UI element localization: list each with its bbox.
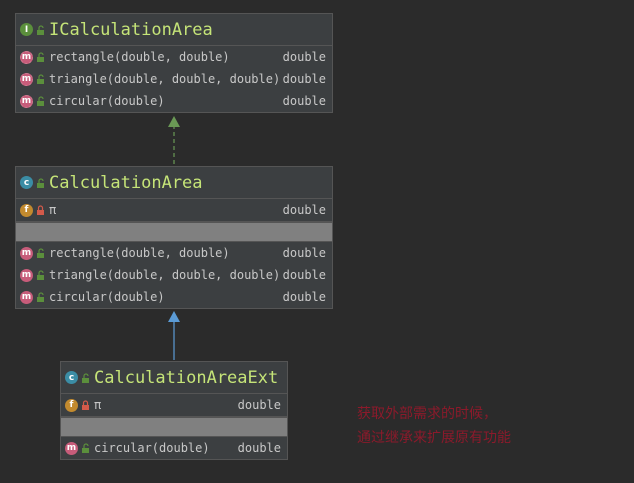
section-separator <box>16 222 332 242</box>
implements-arrowhead <box>168 116 180 127</box>
private-lock-icon <box>82 400 89 410</box>
class-icon: c <box>65 371 78 384</box>
method-icon: m <box>20 290 33 304</box>
method-name: circular(double) <box>94 441 210 455</box>
return-type: double <box>282 94 326 108</box>
note-line-1: 获取外部需求的时候， <box>357 406 497 422</box>
method-row[interactable]: m circular(double) double <box>61 437 287 459</box>
extends-arrowhead <box>168 311 180 322</box>
class-title: CalculationArea <box>49 172 203 193</box>
method-name: rectangle(double, double) <box>49 246 230 260</box>
section-separator <box>61 417 287 437</box>
method-row[interactable]: m circular(double) double <box>16 286 332 308</box>
field-row[interactable]: f π double <box>16 199 332 221</box>
method-name: circular(double) <box>49 94 165 108</box>
return-type: double <box>282 290 326 304</box>
class-header[interactable]: c CalculationAreaExt <box>61 362 287 394</box>
private-lock-icon <box>37 205 44 215</box>
public-lock-icon <box>37 292 44 302</box>
fields-section: f π double <box>61 394 287 417</box>
public-lock-icon <box>82 372 89 383</box>
method-icon: m <box>20 246 33 260</box>
class-title: CalculationAreaExt <box>94 367 279 388</box>
public-lock-icon <box>37 24 44 35</box>
class-calculationareaext[interactable]: c CalculationAreaExt f π double m circul… <box>60 361 288 460</box>
interface-header[interactable]: I ICalculationArea <box>16 14 332 46</box>
method-name: triangle(double, double, double) <box>49 268 281 282</box>
field-type: double <box>282 203 326 217</box>
interface-icon: I <box>20 23 33 36</box>
public-lock-icon <box>37 96 44 106</box>
public-lock-icon <box>37 74 44 84</box>
class-icon: c <box>20 176 33 189</box>
return-type: double <box>282 268 326 282</box>
method-row[interactable]: m triangle(double, double, double) doubl… <box>16 68 332 90</box>
method-icon: m <box>20 268 33 282</box>
method-row[interactable]: m circular(double) double <box>16 90 332 112</box>
public-lock-icon <box>37 248 44 258</box>
public-lock-icon <box>37 270 44 280</box>
field-icon: f <box>65 398 78 412</box>
note-line-2: 通过继承来扩展原有功能 <box>357 430 511 446</box>
method-row[interactable]: m triangle(double, double, double) doubl… <box>16 264 332 286</box>
field-name: π <box>49 203 57 217</box>
class-header[interactable]: c CalculationArea <box>16 167 332 199</box>
return-type: double <box>282 72 326 86</box>
method-name: rectangle(double, double) <box>49 50 230 64</box>
field-name: π <box>94 398 102 412</box>
abstract-method-icon: m <box>20 72 33 86</box>
return-type: double <box>282 246 326 260</box>
public-lock-icon <box>82 443 89 453</box>
method-name: circular(double) <box>49 290 165 304</box>
interface-title: ICalculationArea <box>49 19 213 40</box>
method-name: triangle(double, double, double) <box>49 72 281 86</box>
fields-section: f π double <box>16 199 332 222</box>
field-icon: f <box>20 203 33 217</box>
return-type: double <box>282 50 326 64</box>
class-calculationarea[interactable]: c CalculationArea f π double m rectangle… <box>15 166 333 309</box>
field-row[interactable]: f π double <box>61 394 287 416</box>
method-row[interactable]: m rectangle(double, double) double <box>16 242 332 264</box>
public-lock-icon <box>37 52 44 62</box>
abstract-method-icon: m <box>20 50 33 64</box>
abstract-method-icon: m <box>20 94 33 108</box>
field-type: double <box>237 398 281 412</box>
public-lock-icon <box>37 177 44 188</box>
interface-icalculationarea[interactable]: I ICalculationArea m rectangle(double, d… <box>15 13 333 113</box>
return-type: double <box>237 441 281 455</box>
method-icon: m <box>65 441 78 455</box>
method-row[interactable]: m rectangle(double, double) double <box>16 46 332 68</box>
